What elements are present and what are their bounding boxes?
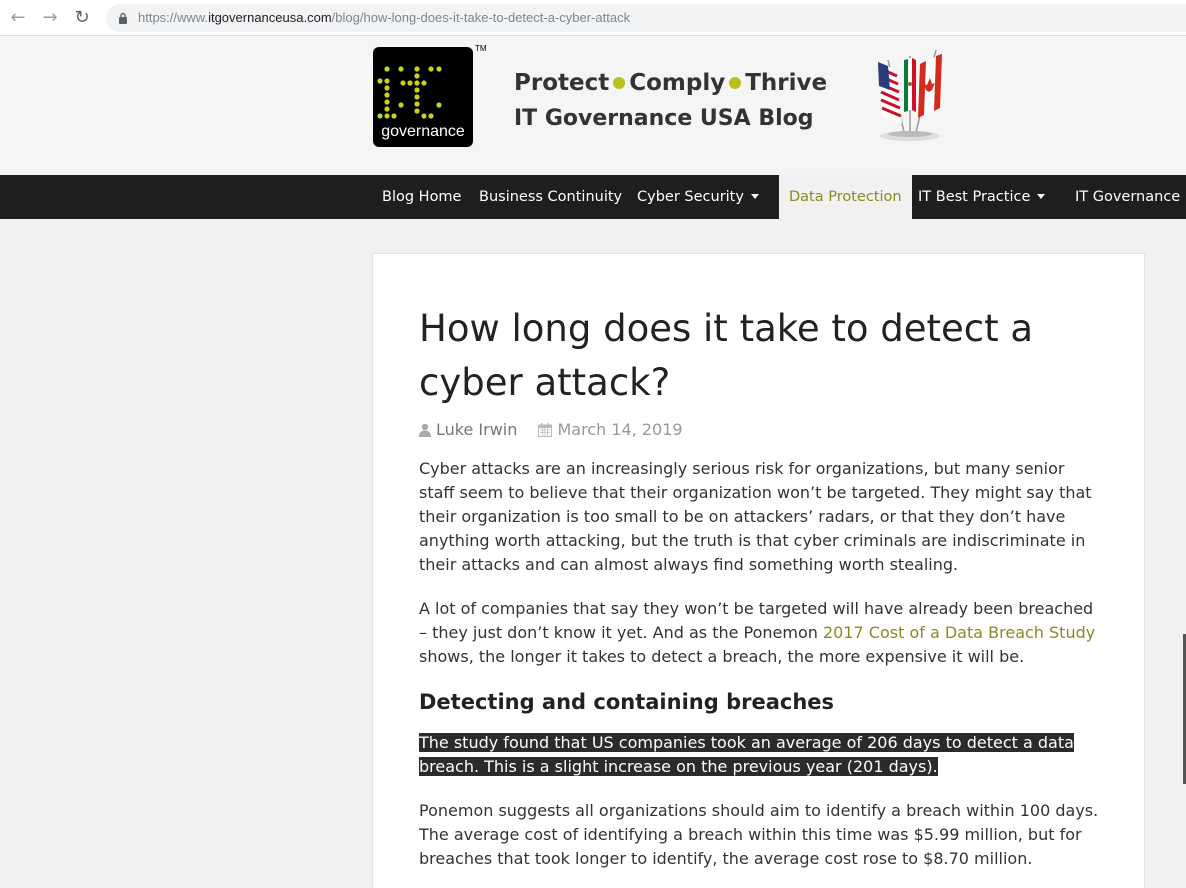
article-paragraph: Ponemon suggests all organizations shoul… bbox=[419, 801, 1099, 868]
blog-title: IT Governance USA Blog bbox=[514, 106, 814, 131]
article-paragraph: Cyber attacks are an increasingly seriou… bbox=[419, 459, 1092, 574]
section-heading: Detecting and containing breaches bbox=[419, 690, 835, 714]
author-link[interactable]: Luke Irwin bbox=[436, 420, 517, 439]
selected-text-paragraph[interactable]: The study found that US companies took a… bbox=[419, 731, 1104, 779]
nav-it-best-practice[interactable]: IT Best Practice bbox=[918, 175, 1046, 219]
ponemon-study-link[interactable]: 2017 Cost of a Data Breach Study bbox=[823, 623, 1095, 642]
article-meta: Luke Irwin March 14, 2019 bbox=[419, 420, 683, 439]
user-icon bbox=[419, 423, 431, 437]
main-navigation: Blog Home Business Continuity Cyber Secu… bbox=[0, 175, 1186, 219]
it-governance-logo[interactable]: governance bbox=[373, 47, 473, 147]
nav-business-continuity[interactable]: Business Continuity bbox=[479, 175, 622, 219]
site-tagline: Protect Comply Thrive bbox=[514, 70, 828, 96]
chevron-down-icon bbox=[750, 194, 759, 199]
nav-it-governance[interactable]: IT Governance bbox=[1075, 175, 1180, 219]
logo-dots-graphic bbox=[377, 66, 442, 119]
url-text: https://www.itgovernanceusa.com/blog/how… bbox=[138, 10, 631, 25]
forward-arrow-icon[interactable]: → bbox=[40, 8, 60, 28]
lock-icon bbox=[119, 12, 127, 24]
calendar-icon bbox=[538, 423, 553, 437]
logo-wordmark: governance bbox=[381, 123, 465, 140]
reload-icon[interactable]: ↻ bbox=[72, 8, 92, 28]
chevron-down-icon bbox=[1037, 194, 1046, 199]
nav-cyber-security[interactable]: Cyber Security bbox=[637, 175, 759, 219]
post-date: March 14, 2019 bbox=[557, 420, 683, 439]
bullet-dot-icon bbox=[613, 76, 626, 89]
article-paragraph: A lot of companies that say they won’t b… bbox=[419, 599, 1096, 666]
nav-blog-home[interactable]: Blog Home bbox=[382, 175, 461, 219]
article-title: How long does it take to detect a cyber … bbox=[419, 307, 1034, 404]
site-header: governance TM Protect Comply Thrive IT Gov… bbox=[0, 36, 1186, 175]
bullet-dot-icon bbox=[729, 76, 742, 89]
browser-toolbar: ← → ↻ https://www.itgovernanceusa.com/bl… bbox=[0, 0, 1186, 36]
nav-data-protection[interactable]: Data Protection bbox=[779, 175, 912, 219]
flags-image bbox=[878, 50, 942, 141]
back-arrow-icon[interactable]: ← bbox=[8, 8, 28, 28]
address-bar[interactable]: https://www.itgovernanceusa.com/blog/how… bbox=[106, 4, 1186, 32]
trademark-mark: TM bbox=[475, 44, 487, 53]
